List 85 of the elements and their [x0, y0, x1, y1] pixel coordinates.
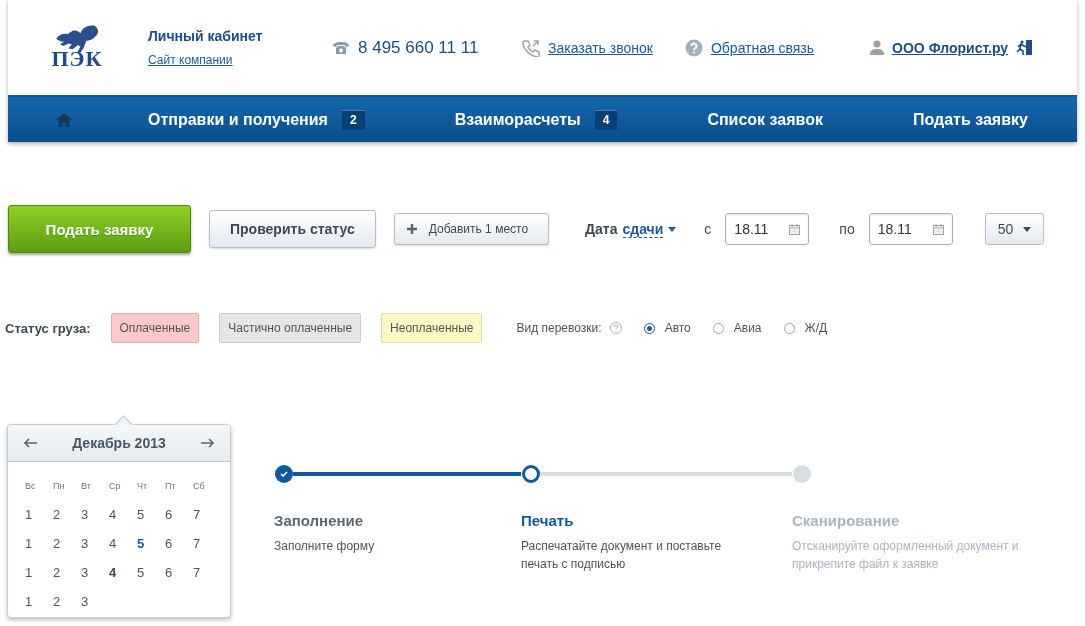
- nav-link[interactable]: Список заявок: [707, 110, 823, 129]
- radio-button[interactable]: [643, 322, 655, 334]
- cabinet-title: Личный кабинет: [148, 27, 264, 44]
- calendar-day[interactable]: 2: [46, 507, 74, 522]
- calendar-day[interactable]: 6: [158, 507, 186, 522]
- calendar-day[interactable]: 4: [102, 507, 130, 522]
- date-to-field[interactable]: 18.11: [868, 213, 953, 245]
- weekday-label: Сб: [192, 481, 206, 491]
- weekday-label: Вс: [24, 481, 37, 491]
- arrow-right-icon[interactable]: [200, 438, 214, 448]
- exit-icon[interactable]: [1016, 40, 1033, 55]
- date-label: Дата: [585, 221, 618, 237]
- calendar-icon: [789, 223, 801, 235]
- calendar-day[interactable]: 2: [46, 536, 74, 551]
- page-size-select[interactable]: 50: [984, 213, 1045, 245]
- add-place-button[interactable]: Добавить 1 место: [393, 213, 550, 245]
- caret-icon: [1023, 226, 1032, 232]
- calendar-day[interactable]: 7: [186, 536, 214, 551]
- date-type-dropdown[interactable]: сдачи: [622, 220, 664, 238]
- status-filter-tag[interactable]: Неоплаченные: [381, 313, 483, 343]
- step-title: Печать: [521, 512, 575, 529]
- phone-number: 8 495 660 11 11: [358, 37, 479, 58]
- calendar-day[interactable]: 5: [130, 536, 158, 551]
- calendar-day[interactable]: 5: [130, 565, 158, 580]
- calendar-day[interactable]: 3: [74, 594, 102, 609]
- to-label: по: [839, 221, 855, 237]
- plus-icon: [406, 224, 417, 234]
- cargo-status-label: Статус груза:: [5, 320, 91, 336]
- help-icon: [609, 322, 622, 334]
- radio-button[interactable]: [783, 322, 795, 334]
- calendar-day[interactable]: 4: [102, 536, 130, 551]
- caret-icon: [668, 226, 677, 232]
- date-from-field[interactable]: 18.11: [725, 213, 810, 245]
- transport-type-label: Вид перевозки:: [516, 321, 602, 335]
- count-badge: 2: [341, 109, 365, 130]
- phone-callback-icon: [522, 38, 540, 57]
- calendar-day[interactable]: 7: [186, 507, 214, 522]
- count-badge: 4: [594, 109, 618, 130]
- company-site-link[interactable]: Сайт компании: [148, 52, 233, 67]
- calendar-day[interactable]: 6: [158, 536, 186, 551]
- calendar-day[interactable]: 1: [18, 565, 46, 580]
- nav-link[interactable]: Отправки и получения: [148, 110, 328, 129]
- radio-button[interactable]: [712, 322, 724, 334]
- calendar-day[interactable]: 1: [18, 594, 46, 609]
- feedback-link[interactable]: Обратная связь: [710, 39, 815, 56]
- calendar-day[interactable]: 1: [18, 507, 46, 522]
- calendar-day[interactable]: 1: [18, 536, 46, 551]
- calendar-day[interactable]: 6: [158, 565, 186, 580]
- step-title: Сканирование: [792, 512, 901, 529]
- callback-link[interactable]: Заказать звонок: [548, 39, 653, 56]
- calendar-day[interactable]: 7: [186, 565, 214, 580]
- calendar-day[interactable]: 2: [46, 594, 74, 609]
- calendar-month-title: Декабрь 2013: [72, 435, 166, 451]
- phone-icon: [332, 40, 350, 55]
- calendar-day[interactable]: 5: [130, 507, 158, 522]
- arrow-left-icon[interactable]: [24, 438, 38, 448]
- user-icon: [870, 40, 885, 55]
- weekday-label: Пт: [164, 481, 177, 491]
- radio-label: Авто: [664, 321, 691, 335]
- calendar-day[interactable]: 3: [74, 565, 102, 580]
- check-status-button[interactable]: Проверить статус: [209, 210, 376, 248]
- step-description: Отсканируйте оформленный документ и прикрепите файл к заявке: [792, 538, 1020, 573]
- nav-link[interactable]: Подать заявку: [912, 110, 1028, 129]
- calendar-day[interactable]: 3: [74, 536, 102, 551]
- weekday-label: Пн: [52, 481, 66, 491]
- step-description: Распечатайте документ и поставьте печать с подписью: [521, 538, 723, 573]
- radio-label: Ж/Д: [804, 321, 828, 335]
- calendar-icon: [932, 223, 944, 235]
- status-filter-tag[interactable]: Частично оплаченные: [219, 313, 362, 343]
- logo-text: ПЭК: [51, 48, 103, 69]
- radio-label: Авиа: [733, 321, 762, 335]
- weekday-label: Вт: [80, 481, 92, 491]
- calendar-day[interactable]: 4: [102, 565, 130, 580]
- weekday-label: Ср: [108, 481, 122, 491]
- check-icon: [280, 471, 288, 477]
- from-label: с: [704, 221, 712, 237]
- user-account-link[interactable]: ООО Флорист.ру: [892, 39, 1009, 56]
- calendar-day[interactable]: 2: [46, 565, 74, 580]
- nav-link[interactable]: Взаиморасчеты: [454, 110, 581, 129]
- help-icon: [684, 38, 703, 57]
- calendar-day[interactable]: 3: [74, 507, 102, 522]
- weekday-label: Чт: [136, 481, 149, 491]
- status-filter-tag[interactable]: Оплаченные: [110, 313, 200, 343]
- step-description: Заполните форму: [274, 538, 376, 555]
- step-title: Заполнение: [274, 512, 365, 529]
